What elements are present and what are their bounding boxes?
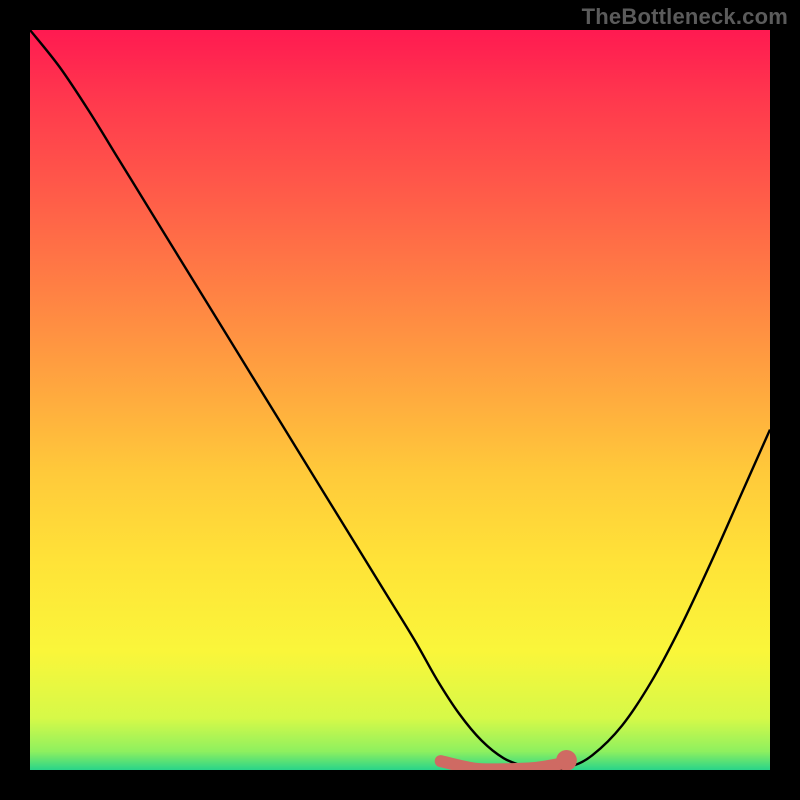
chart-svg <box>30 30 770 770</box>
watermark-text: TheBottleneck.com <box>582 4 788 30</box>
chart-background <box>30 30 770 770</box>
chart-frame: TheBottleneck.com <box>0 0 800 800</box>
highlight-end-dot <box>556 750 577 770</box>
plot-area <box>30 30 770 770</box>
